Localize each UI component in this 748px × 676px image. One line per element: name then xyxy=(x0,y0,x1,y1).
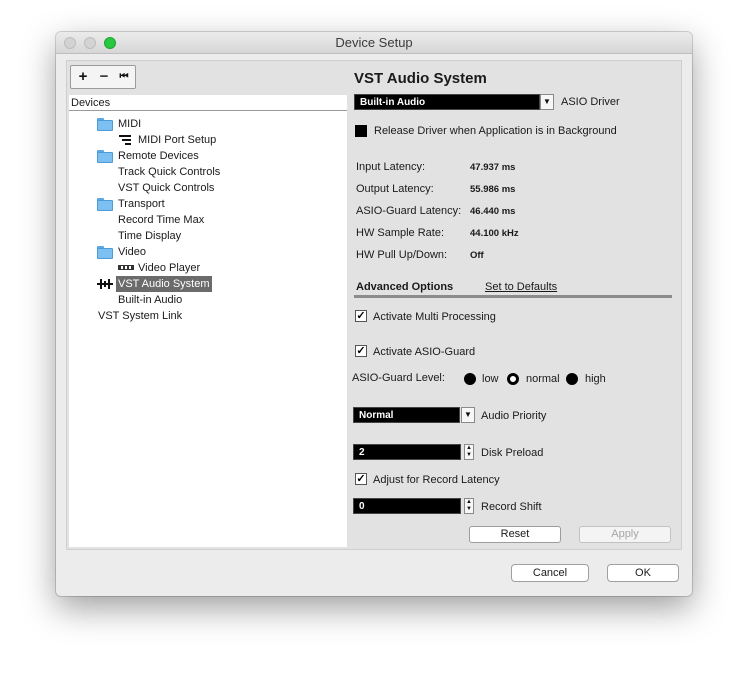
audio-priority-label: Audio Priority xyxy=(481,410,547,422)
stat-value: 46.440 ms xyxy=(470,206,516,217)
folder-icon xyxy=(97,150,113,163)
folder-icon xyxy=(97,118,113,131)
add-device-button[interactable]: + xyxy=(74,68,92,86)
settings-pane: VST Audio System Built-in Audio ▼ ASIO D… xyxy=(351,61,681,549)
stat-value: 55.986 ms xyxy=(470,184,516,195)
stat-label: Output Latency: xyxy=(356,183,434,195)
audio-priority-dropdown[interactable]: Normal xyxy=(353,407,460,423)
vst-audio-icon xyxy=(97,278,113,290)
content-area: + − ⏮ Devices MIDI MIDI Port Setup Remot… xyxy=(66,60,682,550)
release-driver-label: Release Driver when Application is in Ba… xyxy=(374,125,617,137)
midi-port-icon xyxy=(119,135,131,147)
tree-column-header: Devices xyxy=(69,97,347,111)
apply-button[interactable]: Apply xyxy=(579,526,671,543)
disk-preload-label: Disk Preload xyxy=(481,447,544,459)
stat-label: HW Pull Up/Down: xyxy=(356,249,448,261)
tree-item-built-in-audio[interactable]: Built-in Audio xyxy=(118,292,182,308)
device-setup-window: Device Setup + − ⏮ Devices MIDI MIDI Por… xyxy=(56,32,692,596)
tree-item-time-display[interactable]: Time Display xyxy=(118,228,181,244)
record-shift-stepper[interactable]: ▲ ▼ xyxy=(464,498,474,514)
reset-device-button[interactable]: ⏮ xyxy=(115,68,133,86)
tree-item-vst-system-link[interactable]: VST System Link xyxy=(98,308,182,324)
chevron-down-icon[interactable]: ▼ xyxy=(461,407,475,423)
asio-guard-normal-label: normal xyxy=(526,373,560,385)
remove-device-button[interactable]: − xyxy=(95,68,113,86)
record-latency-label: Adjust for Record Latency xyxy=(373,474,500,486)
tree-item-remote-devices[interactable]: Remote Devices xyxy=(118,148,199,164)
asio-guard-high-radio[interactable] xyxy=(566,373,578,385)
stat-label: Input Latency: xyxy=(356,161,426,173)
tree-item-video-player[interactable]: Video Player xyxy=(138,260,200,276)
tree-item-track-quick-controls[interactable]: Track Quick Controls xyxy=(118,164,220,180)
tree-item-midi-port-setup[interactable]: MIDI Port Setup xyxy=(138,132,216,148)
stat-value: 44.100 kHz xyxy=(470,228,519,239)
folder-icon xyxy=(97,246,113,259)
video-player-icon xyxy=(118,262,134,272)
asio-guard-normal-radio[interactable] xyxy=(507,373,519,385)
device-tree-pane: + − ⏮ Devices MIDI MIDI Port Setup Remot… xyxy=(69,63,347,547)
tab-divider xyxy=(354,295,672,298)
asio-guard-low-label: low xyxy=(482,373,499,385)
tree-toolbar: + − ⏮ xyxy=(69,63,347,95)
title-bar: Device Setup xyxy=(56,32,692,54)
tree-item-transport[interactable]: Transport xyxy=(118,196,165,212)
tree-item-record-time-max[interactable]: Record Time Max xyxy=(118,212,204,228)
window-title: Device Setup xyxy=(335,35,413,50)
record-shift-label: Record Shift xyxy=(481,501,542,513)
tree-item-vst-quick-controls[interactable]: VST Quick Controls xyxy=(118,180,214,196)
set-to-defaults-link[interactable]: Set to Defaults xyxy=(485,281,557,293)
tree-item-video[interactable]: Video xyxy=(118,244,146,260)
stat-value: Off xyxy=(470,250,484,261)
chevron-down-icon[interactable]: ▼ xyxy=(540,94,554,110)
disk-preload-field[interactable]: 2 xyxy=(353,444,461,460)
record-latency-checkbox[interactable]: ✓ xyxy=(355,473,367,485)
asio-driver-dropdown[interactable]: Built-in Audio xyxy=(354,94,540,110)
stat-label: ASIO-Guard Latency: xyxy=(356,205,462,217)
asio-guard-low-radio[interactable] xyxy=(464,373,476,385)
folder-icon xyxy=(97,198,113,211)
tree-item-vst-audio-system[interactable]: VST Audio System xyxy=(116,276,212,292)
asio-guard-label: Activate ASIO-Guard xyxy=(373,346,476,358)
tab-advanced-options[interactable]: Advanced Options xyxy=(356,281,453,293)
release-driver-checkbox[interactable] xyxy=(355,125,367,137)
asio-guard-level-label: ASIO-Guard Level: xyxy=(352,372,445,384)
asio-driver-label: ASIO Driver xyxy=(561,96,620,108)
asio-guard-checkbox[interactable]: ✓ xyxy=(355,345,367,357)
multi-processing-checkbox[interactable]: ✓ xyxy=(355,310,367,322)
reset-button[interactable]: Reset xyxy=(469,526,561,543)
cancel-button[interactable]: Cancel xyxy=(511,564,589,582)
stat-value: 47.937 ms xyxy=(470,162,516,173)
stat-label: HW Sample Rate: xyxy=(356,227,445,239)
record-shift-field[interactable]: 0 xyxy=(353,498,461,514)
panel-title: VST Audio System xyxy=(354,70,487,87)
asio-guard-high-label: high xyxy=(585,373,606,385)
multi-processing-label: Activate Multi Processing xyxy=(373,311,496,323)
disk-preload-stepper[interactable]: ▲ ▼ xyxy=(464,444,474,460)
ok-button[interactable]: OK xyxy=(607,564,679,582)
tree-item-midi[interactable]: MIDI xyxy=(118,116,141,132)
tree-button-group: + − ⏮ xyxy=(70,65,136,89)
